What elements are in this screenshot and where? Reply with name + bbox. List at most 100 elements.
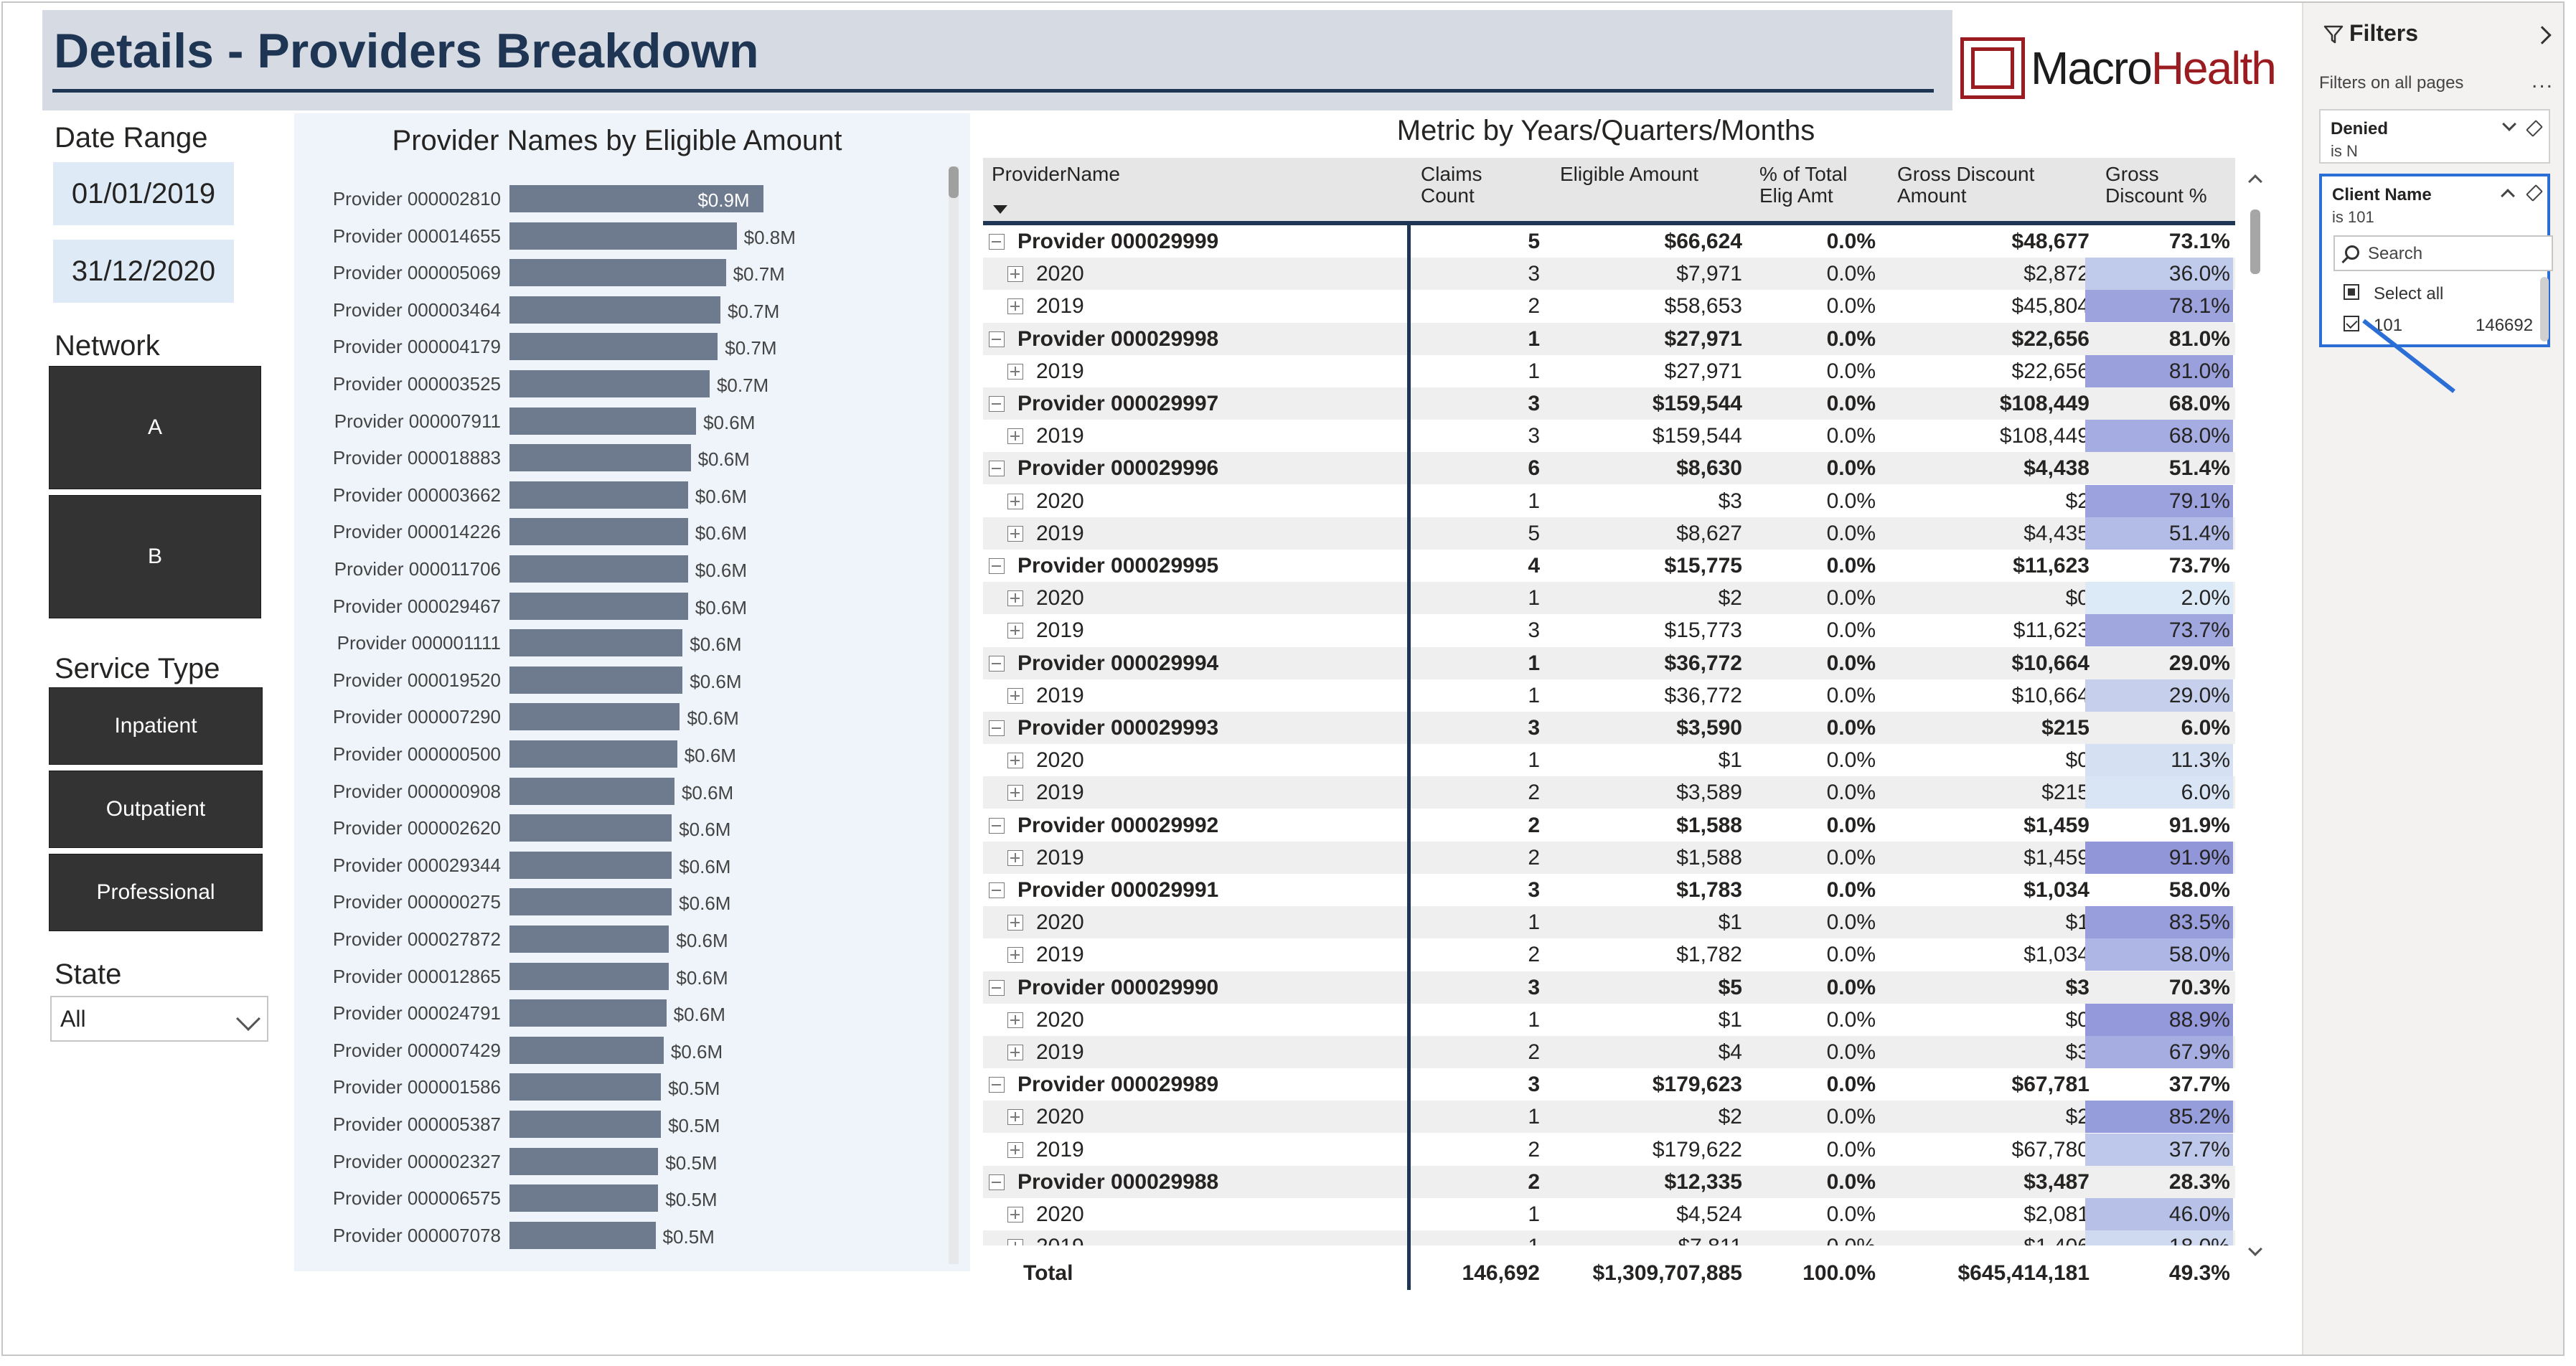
filter-list-scrollbar[interactable] [2540,277,2549,342]
expand-icon[interactable] [1007,1207,1023,1223]
filter-card-denied[interactable]: Denied is N [2319,109,2550,164]
bar-mark[interactable] [509,888,672,916]
col-header-pct[interactable]: % of Total Elig Amt [1759,164,1847,207]
collapse-icon[interactable] [989,1174,1005,1190]
matrix-scroll-thumb[interactable] [2250,209,2260,274]
bar-mark[interactable] [509,555,688,583]
collapse-icon[interactable] [989,461,1005,477]
expand-icon[interactable] [1007,363,1023,380]
collapse-icon[interactable] [989,655,1005,672]
expand-icon[interactable] [1007,947,1023,964]
expand-icon[interactable] [1007,687,1023,704]
bar-mark[interactable] [509,407,697,435]
expand-icon[interactable] [1007,428,1023,445]
bar-mark[interactable] [509,370,710,397]
clear-filter-icon[interactable] [2525,184,2544,202]
expand-icon[interactable] [1007,590,1023,607]
expand-icon[interactable] [1007,623,1023,639]
network-option-b[interactable]: B [49,495,261,618]
expand-icon[interactable] [1007,1141,1023,1158]
chevron-down-icon[interactable] [2502,117,2516,131]
expand-icon[interactable] [1007,266,1023,283]
bar-mark[interactable] [509,962,669,990]
col-header-provider[interactable]: ProviderName [992,164,1120,185]
bar-mark[interactable] [509,666,683,694]
matrix-provider-row: Provider 000029988 2 $12,335 0.0% $3,487 28.3… [983,1165,2235,1198]
bar-mark[interactable] [509,629,683,657]
expand-icon[interactable] [1007,525,1023,542]
bar-mark[interactable] [509,777,674,805]
clear-filter-icon[interactable] [2525,119,2544,138]
bar-mark[interactable] [509,1184,659,1212]
pct-elig-cell: 0.0% [1826,1169,1876,1194]
col-header-gross[interactable]: Gross Discount Amount [1897,164,2034,207]
bar-mark[interactable] [509,851,672,879]
eligible-amount-cell: $159,544 [1652,424,1742,448]
bar-mark[interactable] [509,1036,664,1064]
bar-chart-scroll-thumb[interactable] [949,166,959,198]
expand-icon[interactable] [1007,1012,1023,1028]
scroll-up-icon[interactable] [2248,174,2262,189]
col-header-eligible[interactable]: Eligible Amount [1560,164,1698,185]
bar-mark[interactable] [509,222,737,250]
bar-mark[interactable] [509,925,669,953]
expand-icon[interactable] [1007,915,1023,931]
expand-icon[interactable] [1007,493,1023,509]
bar-mark[interactable] [509,592,688,620]
expand-icon[interactable] [1007,1109,1023,1126]
date-end-input[interactable]: 31/12/2020 [53,240,234,303]
chevron-right-icon[interactable] [2533,26,2552,44]
col-header-gdp[interactable]: Gross Discount % [2105,164,2207,207]
select-all-checkbox[interactable] [2344,284,2359,300]
bar-mark[interactable] [509,259,726,287]
matrix-scrollbar[interactable] [2247,168,2266,1258]
bar-mark[interactable] [509,333,718,361]
matrix-row-label: 2020 [1036,748,1084,773]
network-option-a[interactable]: A [49,366,261,489]
chevron-up-icon[interactable] [2501,189,2515,203]
collapse-icon[interactable] [989,396,1005,412]
collapse-icon[interactable] [989,979,1005,996]
service-type-outpatient[interactable]: Outpatient [49,771,263,848]
bar-mark[interactable] [509,814,672,842]
sort-descending-icon[interactable] [993,205,1007,214]
bar-mark[interactable] [509,1147,659,1175]
bar-mark[interactable] [509,481,688,509]
bar-chart-scrollbar[interactable] [949,166,959,1264]
expand-icon[interactable] [1007,298,1023,315]
collapse-icon[interactable] [989,1077,1005,1093]
date-start-input[interactable]: 01/01/2019 [53,162,234,225]
bar-mark[interactable] [509,444,691,472]
select-all-label[interactable]: Select all [2374,284,2443,304]
col-header-claims[interactable]: Claims Count [1421,164,1482,207]
bar-mark[interactable] [509,999,667,1027]
bar-mark[interactable] [509,1221,656,1249]
gross-discount-cell: $2,872 [2023,262,2090,286]
collapse-icon[interactable] [989,882,1005,898]
expand-icon[interactable] [1007,785,1023,801]
bar-mark[interactable] [509,740,677,768]
filter-card-client-name[interactable]: Client Name is 101 Search Select all 101… [2319,174,2553,347]
filter-search-input[interactable]: Search [2333,235,2553,271]
bar-mark[interactable] [509,1111,662,1138]
bar-mark[interactable] [509,296,721,324]
collapse-icon[interactable] [989,234,1005,250]
expand-icon[interactable] [1007,753,1023,769]
scroll-down-icon[interactable] [2248,1242,2262,1256]
service-type-professional[interactable]: Professional [49,854,263,931]
expand-icon[interactable] [1007,1239,1023,1245]
collapse-icon[interactable] [989,331,1005,347]
more-options-icon[interactable]: ... [2532,69,2554,93]
bar-mark[interactable] [509,518,688,546]
collapse-icon[interactable] [989,558,1005,574]
collapse-icon[interactable] [989,720,1005,736]
bar-chart-title: Provider Names by Eligible Amount [392,125,842,156]
service-type-inpatient[interactable]: Inpatient [49,687,263,765]
option-101-checkbox[interactable] [2344,316,2359,331]
bar-mark[interactable] [509,1073,662,1101]
bar-mark[interactable] [509,703,680,731]
state-dropdown[interactable]: All [50,996,268,1042]
expand-icon[interactable] [1007,1045,1023,1060]
expand-icon[interactable] [1007,849,1023,866]
collapse-icon[interactable] [989,817,1005,834]
